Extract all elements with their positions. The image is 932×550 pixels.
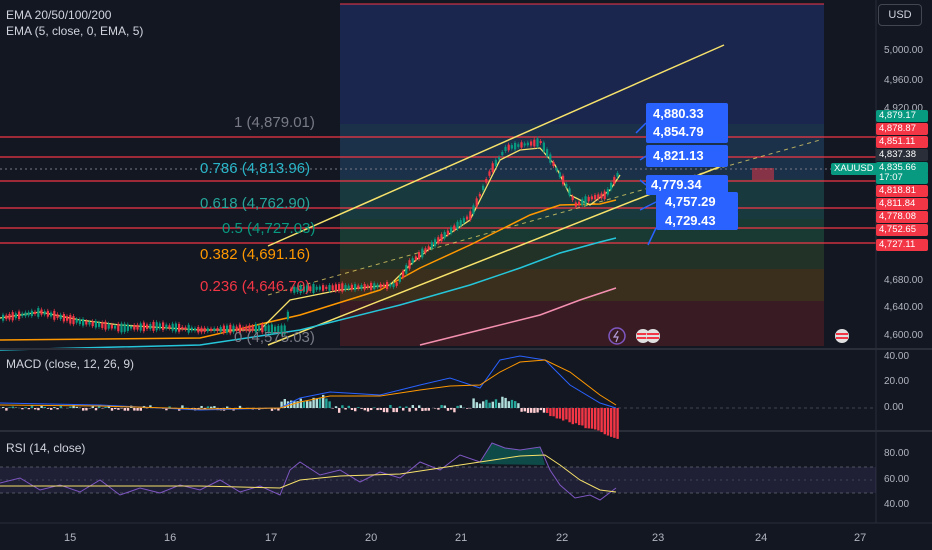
price-tag: 4,811.84	[876, 198, 928, 210]
date-label: 17	[265, 532, 278, 544]
date-label: 24	[755, 532, 768, 544]
chart-canvas[interactable]	[0, 0, 932, 550]
target-label: 4,880.33	[653, 106, 704, 121]
fib-label-0382: 0.382 (4,691.16)	[200, 246, 311, 263]
price-axis-label: 4,640.00	[884, 302, 923, 313]
macd-histogram	[2, 394, 619, 439]
price-tag: 4,752.65	[876, 224, 928, 236]
highlight-marker	[752, 168, 774, 180]
fib-label-1: 1 (4,879.01)	[234, 114, 315, 131]
fib-label-0236: 0.236 (4,646.70)	[200, 278, 311, 295]
date-label: 20	[365, 532, 378, 544]
fib-zone-top	[340, 4, 824, 124]
price-tag: 4,778.08	[876, 211, 928, 223]
price-axis-label: 4,600.00	[884, 330, 923, 341]
us-flag-icon-3[interactable]	[835, 329, 849, 343]
macd-axis-label: 0.00	[884, 402, 904, 413]
price-tag: 4,851.11	[876, 136, 928, 148]
target-label: 4,779.34	[651, 177, 702, 192]
indicator-ema-20-50-100-200[interactable]: EMA 20/50/100/200	[6, 8, 111, 22]
date-label: 16	[164, 532, 177, 544]
price-tag: 4,818.81	[876, 185, 928, 197]
price-axis-label: 4,960.00	[884, 75, 923, 86]
date-label: 27	[854, 532, 867, 544]
us-flag-icon-2[interactable]	[646, 329, 660, 343]
price-tag: 4,727.11	[876, 239, 928, 251]
date-label: 23	[652, 532, 665, 544]
target-label: 4,854.79	[653, 124, 704, 139]
price-tag: 17:07	[876, 172, 928, 184]
symbol-tag: XAUUSD	[831, 163, 877, 175]
price-axis-label: 5,000.00	[884, 45, 923, 56]
fib-zone-6	[340, 301, 824, 346]
rsi-axis-label: 40.00	[884, 499, 910, 510]
target-label: 4,821.13	[653, 148, 704, 163]
fib-label-0: 0 (4,575.03)	[234, 329, 315, 346]
target-label: 4,729.43	[665, 213, 716, 228]
rsi-label[interactable]: RSI (14, close)	[6, 441, 85, 455]
price-axis-label: 4,680.00	[884, 275, 923, 286]
fib-zone-3	[340, 219, 824, 244]
date-label: 22	[556, 532, 569, 544]
rsi-axis-label: 60.00	[884, 474, 910, 485]
fib-label-05: 0.5 (4,727.03)	[222, 220, 316, 237]
fib-label-0618: 0.618 (4,762.90)	[200, 195, 311, 212]
currency-button[interactable]: USD	[878, 4, 922, 26]
price-tag: 4,837.38	[876, 149, 928, 161]
macd-axis-label: 40.00	[884, 351, 910, 362]
target-boxes[interactable]	[646, 103, 738, 230]
rsi-axis-label: 80.00	[884, 448, 910, 459]
fib-label-0786: 0.786 (4,813.96)	[200, 160, 311, 177]
date-label: 21	[455, 532, 468, 544]
macd-label[interactable]: MACD (close, 12, 26, 9)	[6, 357, 134, 371]
macd-axis-label: 20.00	[884, 376, 910, 387]
date-label: 15	[64, 532, 77, 544]
price-tag: 4,878.87	[876, 123, 928, 135]
indicator-ema-5[interactable]: EMA (5, close, 0, EMA, 5)	[6, 24, 143, 38]
fib-zone-5	[340, 269, 824, 301]
target-label: 4,757.29	[665, 194, 716, 209]
fib-zone-1	[340, 124, 824, 179]
price-tag: 4,879.17	[876, 110, 928, 122]
